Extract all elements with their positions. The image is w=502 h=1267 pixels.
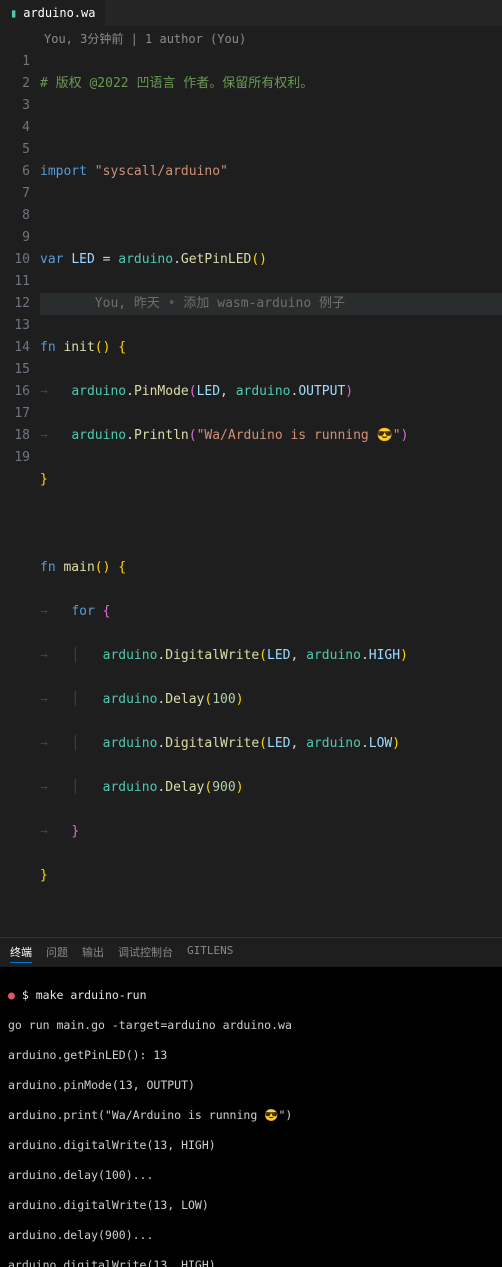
code-editor[interactable]: 1 2 3 4 5 6 7 8 9 10 11 12 13 14 15 16 1… xyxy=(0,51,502,937)
terminal-line: arduino.getPinLED(): 13 xyxy=(8,1048,167,1062)
line-number: 15 xyxy=(0,359,30,381)
module: arduino xyxy=(71,428,126,443)
line-number: 10 xyxy=(0,249,30,271)
ident-led: LED xyxy=(71,252,94,267)
line-number-gutter: 1 2 3 4 5 6 7 8 9 10 11 12 13 14 15 16 1… xyxy=(0,51,40,931)
func: Delay xyxy=(165,780,204,795)
terminal-line: arduino.pinMode(13, OUTPUT) xyxy=(8,1078,195,1092)
line-number: 17 xyxy=(0,403,30,425)
line-number: 2 xyxy=(0,73,30,95)
kw-var: var xyxy=(40,252,63,267)
line-number: 6 xyxy=(0,161,30,183)
kw-for: for xyxy=(71,604,94,619)
line-number: 1 xyxy=(0,51,30,73)
const: HIGH xyxy=(369,648,400,663)
line-number: 11 xyxy=(0,271,30,293)
line-number: 12 xyxy=(0,293,30,315)
module: arduino xyxy=(118,252,173,267)
num: 900 xyxy=(212,780,235,795)
arg: LED xyxy=(267,736,290,751)
tab-filename: arduino.wa xyxy=(23,6,95,20)
terminal-line: arduino.delay(100)... xyxy=(8,1168,153,1182)
module: arduino xyxy=(103,648,158,663)
kw-import: import xyxy=(40,164,87,179)
inline-blame-author: You, 昨天 xyxy=(95,296,168,311)
module: arduino xyxy=(306,648,361,663)
tab-gitlens[interactable]: GITLENS xyxy=(187,944,233,963)
func-name: main xyxy=(63,560,94,575)
terminal-line: arduino.digitalWrite(13, HIGH) xyxy=(8,1138,216,1152)
tab-problems[interactable]: 问题 xyxy=(46,944,68,963)
kw-fn: fn xyxy=(40,560,56,575)
file-icon: ▮ xyxy=(10,6,17,20)
module: arduino xyxy=(103,692,158,707)
func: Delay xyxy=(165,692,204,707)
terminal-line: $ make arduino-run xyxy=(22,988,147,1002)
func: GetPinLED xyxy=(181,252,251,267)
line-number: 9 xyxy=(0,227,30,249)
func: PinMode xyxy=(134,384,189,399)
module: arduino xyxy=(103,780,158,795)
module: arduino xyxy=(71,384,126,399)
tab-terminal[interactable]: 终端 xyxy=(10,944,32,963)
tab-bar: ▮ arduino.wa xyxy=(0,0,502,26)
line-number: 8 xyxy=(0,205,30,227)
line-number: 18 xyxy=(0,425,30,447)
line-number: 14 xyxy=(0,337,30,359)
line-number: 16 xyxy=(0,381,30,403)
line-number: 7 xyxy=(0,183,30,205)
string: "Wa/Arduino is running 😎" xyxy=(197,428,401,443)
module: arduino xyxy=(306,736,361,751)
editor-tab[interactable]: ▮ arduino.wa xyxy=(0,0,105,26)
terminal-panel[interactable]: ● $ make arduino-run go run main.go -tar… xyxy=(0,967,502,1267)
terminal-line: arduino.digitalWrite(13, LOW) xyxy=(8,1198,209,1212)
inline-blame-sep: • xyxy=(168,296,176,311)
func: DigitalWrite xyxy=(165,736,259,751)
arg: LED xyxy=(197,384,220,399)
terminal-line: arduino.delay(900)... xyxy=(8,1228,153,1242)
func: DigitalWrite xyxy=(165,648,259,663)
line-number: 3 xyxy=(0,95,30,117)
line-number: 19 xyxy=(0,447,30,469)
panel-tab-bar: 终端 问题 输出 调试控制台 GITLENS xyxy=(0,937,502,967)
module: arduino xyxy=(103,736,158,751)
line-number: 13 xyxy=(0,315,30,337)
line-number: 5 xyxy=(0,139,30,161)
num: 100 xyxy=(212,692,235,707)
prompt-dot-icon: ● xyxy=(8,988,15,1002)
import-path: "syscall/arduino" xyxy=(95,164,228,179)
arg: LED xyxy=(267,648,290,663)
const: OUTPUT xyxy=(298,384,345,399)
tab-debug-console[interactable]: 调试控制台 xyxy=(118,944,173,963)
const: LOW xyxy=(369,736,392,751)
terminal-line: arduino.digitalWrite(13, HIGH) xyxy=(8,1258,216,1267)
module: arduino xyxy=(236,384,291,399)
code-comment: # 版权 @2022 凹语言 作者。保留所有权利。 xyxy=(40,76,313,91)
inline-blame-msg: 添加 wasm-arduino 例子 xyxy=(176,296,345,311)
git-blame-line: You, 3分钟前 | 1 author (You) xyxy=(0,26,502,51)
code-area[interactable]: # 版权 @2022 凹语言 作者。保留所有权利。 import "syscal… xyxy=(40,51,502,931)
line-number: 4 xyxy=(0,117,30,139)
func: Println xyxy=(134,428,189,443)
kw-fn: fn xyxy=(40,340,56,355)
terminal-line: go run main.go -target=arduino arduino.w… xyxy=(8,1018,292,1032)
eq: = xyxy=(103,252,111,267)
func-name: init xyxy=(63,340,94,355)
terminal-line: arduino.print("Wa/Arduino is running 😎") xyxy=(8,1108,292,1122)
tab-output[interactable]: 输出 xyxy=(82,944,104,963)
